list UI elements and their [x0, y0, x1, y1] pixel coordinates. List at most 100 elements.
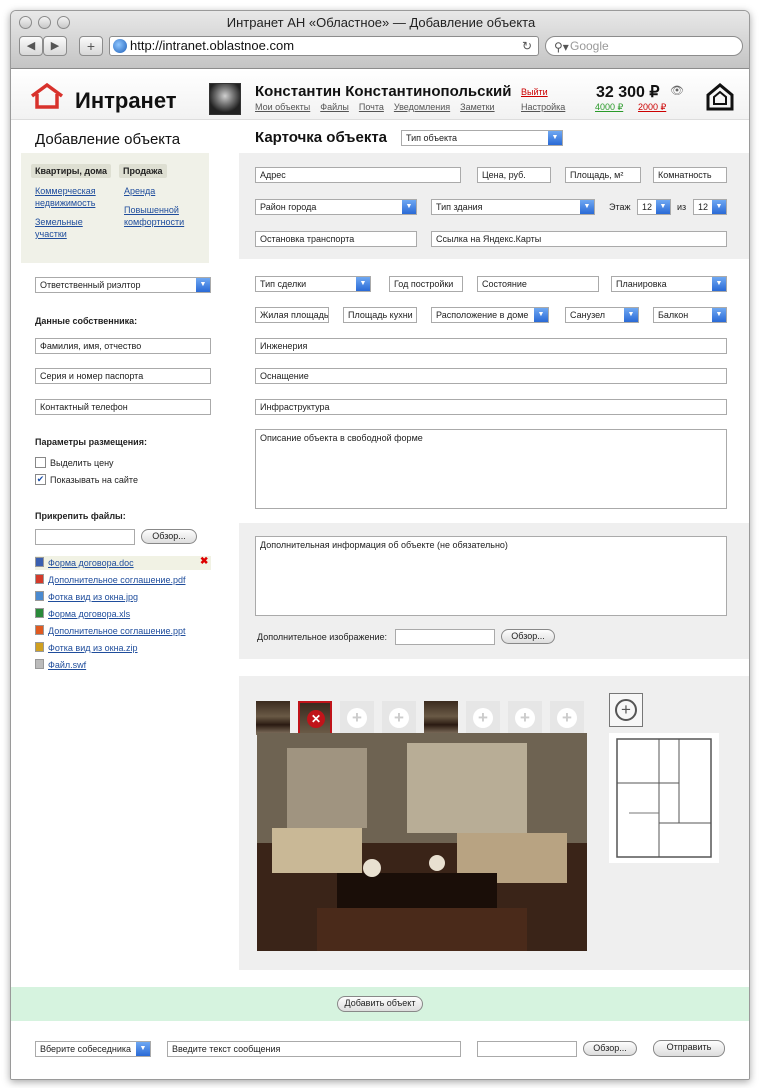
file-name[interactable]: Форма договора.xls [48, 609, 130, 619]
chat-browse-button[interactable]: Обзор... [583, 1041, 637, 1056]
yandex-link-field[interactable]: Ссылка на Яндекс.Карты [431, 231, 727, 247]
add-photo-slot[interactable]: + [550, 701, 584, 735]
site-logo-text[interactable]: Интранет [75, 88, 177, 114]
file-item[interactable]: Форма договора.xls [35, 607, 130, 621]
tab-sale[interactable]: Продажа [119, 164, 167, 178]
file-name[interactable]: Дополнительное соглашение.pdf [48, 575, 185, 585]
file-name[interactable]: Файл.swf [48, 660, 86, 670]
search-field[interactable]: ⚲▾ Google [545, 36, 743, 56]
engineering-field[interactable]: Инженерия [255, 338, 727, 354]
photo-thumbnail-selected[interactable]: ✕ [298, 701, 332, 735]
extra-info-textarea[interactable]: Дополнительная информация об объекте (не… [255, 536, 727, 616]
balance-minus[interactable]: 2000 ₽ [638, 102, 666, 113]
remove-photo-icon[interactable]: ✕ [307, 710, 325, 728]
nav-mail[interactable]: Почта [359, 102, 384, 112]
delete-file-icon[interactable]: ✖ [200, 556, 208, 567]
chat-message-input[interactable]: Введите текст сообщения [167, 1041, 461, 1057]
file-name[interactable]: Дополнительное соглашение.ppt [48, 626, 185, 636]
show-on-site-checkbox[interactable]: ✔ [35, 474, 46, 485]
add-photo-slot[interactable]: + [340, 701, 374, 735]
kitchen-area-field[interactable]: Площадь кухни [343, 307, 417, 323]
file-item[interactable]: Фотка вид из окна.zip [35, 641, 138, 655]
district-select[interactable]: Район города ▼ [255, 199, 417, 215]
add-bookmark-button[interactable]: + [79, 36, 103, 56]
avatar[interactable] [209, 83, 241, 115]
file-name[interactable]: Форма договора.doc [48, 558, 134, 568]
forward-button[interactable]: ▶ [43, 36, 67, 56]
file-item[interactable]: Дополнительное соглашение.pdf [35, 573, 185, 587]
file-item[interactable]: Фотка вид из окна.jpg [35, 590, 138, 604]
add-plan-button[interactable]: + [609, 693, 643, 727]
category-premium[interactable]: Повышенной комфортности [124, 204, 199, 228]
file-item[interactable]: Дополнительное соглашение.ppt [35, 624, 185, 638]
home-icon[interactable] [705, 82, 735, 112]
photo-thumbnail[interactable] [256, 701, 290, 735]
transport-field[interactable]: Остановка транспорта [255, 231, 417, 247]
address-field[interactable]: Адрес [255, 167, 461, 183]
owner-passport-field[interactable]: Серия и номер паспорта [35, 368, 211, 384]
file-icon [35, 659, 44, 669]
condition-field[interactable]: Состояние [477, 276, 599, 292]
chat-recipient-value: Вберите собеседника [40, 1044, 131, 1054]
object-type-select[interactable]: Тип объекта ▼ [401, 130, 563, 146]
extra-image-field[interactable] [395, 629, 495, 645]
category-rent[interactable]: Аренда [124, 185, 155, 197]
chat-recipient-select[interactable]: Вберите собеседника ▼ [35, 1041, 151, 1057]
floor-select[interactable]: 12 ▼ [637, 199, 671, 215]
extra-image-browse-button[interactable]: Обзор... [501, 629, 555, 644]
nav-files[interactable]: Файлы [320, 102, 349, 112]
equipment-field[interactable]: Оснащение [255, 368, 727, 384]
layout-select[interactable]: Планировка ▼ [611, 276, 727, 292]
chat-file-field[interactable] [477, 1041, 577, 1057]
highlight-price-checkbox[interactable] [35, 457, 46, 468]
balcony-select[interactable]: Балкон ▼ [653, 307, 727, 323]
nav-notifications[interactable]: Уведомления [394, 102, 450, 112]
realtor-select[interactable]: Ответственный риэлтор ▼ [35, 277, 211, 293]
eye-icon[interactable]: 👁 [670, 84, 684, 97]
back-button[interactable]: ◀ [19, 36, 43, 56]
owner-phone-field[interactable]: Контактный телефон [35, 399, 211, 415]
add-photo-slot[interactable]: + [382, 701, 416, 735]
floor-plan-image [609, 733, 719, 863]
tab-apartments[interactable]: Квартиры, дома [31, 164, 112, 178]
url-bar[interactable]: http://intranet.oblastnoe.com ↻ [109, 36, 539, 56]
infrastructure-field[interactable]: Инфраструктура [255, 399, 727, 415]
bathroom-select[interactable]: Санузел ▼ [565, 307, 639, 323]
price-field[interactable]: Цена, руб. [477, 167, 551, 183]
reload-icon[interactable]: ↻ [522, 37, 532, 55]
category-land[interactable]: Земельные участки [35, 216, 95, 240]
add-object-button[interactable]: Добавить объект [337, 996, 423, 1012]
nav-notes[interactable]: Заметки [460, 102, 494, 112]
owner-name-field[interactable]: Фамилия, имя, отчество [35, 338, 211, 354]
chevron-down-icon: ▼ [624, 308, 638, 322]
deal-type-select[interactable]: Тип сделки ▼ [255, 276, 371, 292]
file-item[interactable]: Форма договора.doc [35, 556, 134, 570]
building-type-select[interactable]: Тип здания ▼ [431, 199, 595, 215]
send-button[interactable]: Отправить [653, 1040, 725, 1057]
nav-my-objects[interactable]: Мои объекты [255, 102, 310, 112]
file-name[interactable]: Фотка вид из окна.zip [48, 643, 138, 653]
floor-value: 12 [642, 202, 653, 212]
file-name[interactable]: Фотка вид из окна.jpg [48, 592, 138, 602]
photo-thumbnail[interactable] [424, 701, 458, 735]
living-area-field[interactable]: Жилая площадь [255, 307, 329, 323]
description-textarea[interactable]: Описание объекта в свободной форме [255, 429, 727, 509]
attach-browse-button[interactable]: Обзор... [141, 529, 197, 544]
floors-total-select[interactable]: 12 ▼ [693, 199, 727, 215]
globe-icon [113, 39, 127, 53]
logout-link[interactable]: Выйти [521, 87, 548, 97]
extra-image-label: Дополнительное изображение: [257, 632, 388, 642]
house-logo-icon[interactable] [29, 82, 65, 110]
chevron-down-icon: ▼ [548, 131, 562, 145]
rooms-field[interactable]: Комнатность [653, 167, 727, 183]
add-photo-slot[interactable]: + [508, 701, 542, 735]
category-commercial[interactable]: Коммерческая недвижимость [35, 185, 115, 209]
year-field[interactable]: Год постройки [389, 276, 463, 292]
add-photo-slot[interactable]: + [466, 701, 500, 735]
balance-plus[interactable]: 4000 ₽ [595, 102, 623, 113]
settings-link[interactable]: Настройка [521, 102, 565, 112]
file-item[interactable]: Файл.swf [35, 658, 86, 672]
attach-file-field[interactable] [35, 529, 135, 545]
house-position-select[interactable]: Расположение в доме ▼ [431, 307, 549, 323]
area-field[interactable]: Площадь, м² [565, 167, 641, 183]
